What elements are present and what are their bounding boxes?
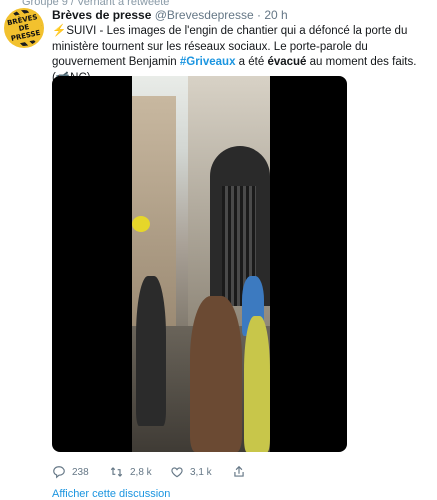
video-frame: [132, 76, 270, 452]
reply-icon: [52, 465, 66, 479]
person: [244, 316, 270, 452]
tweet-text-part2: a été: [235, 56, 268, 68]
tweet-text-bold: évacué: [267, 56, 307, 68]
reply-button[interactable]: 238: [52, 465, 89, 479]
header-separator: ·: [257, 8, 261, 22]
hashtag-link[interactable]: #Griveaux: [180, 56, 236, 68]
reply-count: 238: [72, 466, 89, 478]
like-button[interactable]: 3,1 k: [170, 465, 212, 479]
heart-icon: [170, 465, 184, 479]
yellow-helmet: [132, 216, 150, 232]
display-name[interactable]: Brèves de presse: [52, 8, 151, 22]
tweet-timestamp[interactable]: 20 h: [264, 8, 287, 22]
tweet-header: Brèves de presse @Brevesdepresse · 20 h: [52, 8, 288, 22]
person: [190, 296, 242, 452]
share-button[interactable]: [232, 465, 246, 479]
video-player[interactable]: [52, 76, 347, 452]
user-handle[interactable]: @Brevesdepresse: [155, 8, 254, 22]
share-icon: [232, 465, 246, 479]
show-thread-link[interactable]: Afficher cette discussion: [52, 488, 170, 500]
retweet-button[interactable]: 2,8 k: [109, 465, 152, 479]
like-count: 3,1 k: [190, 466, 212, 478]
person: [136, 276, 166, 426]
avatar-logo-text: BRÈVES DE PRESSE: [4, 10, 44, 46]
retweet-context: Groupe 9 / Vernant a retweeté: [22, 0, 170, 8]
tweet-actions: 238 2,8 k 3,1 k: [52, 465, 352, 481]
retweet-count: 2,8 k: [130, 466, 152, 478]
avatar[interactable]: BRÈVES DE PRESSE: [4, 8, 44, 48]
retweet-icon: [109, 465, 124, 479]
avatar-logo-icon: BRÈVES DE PRESSE: [4, 10, 44, 46]
